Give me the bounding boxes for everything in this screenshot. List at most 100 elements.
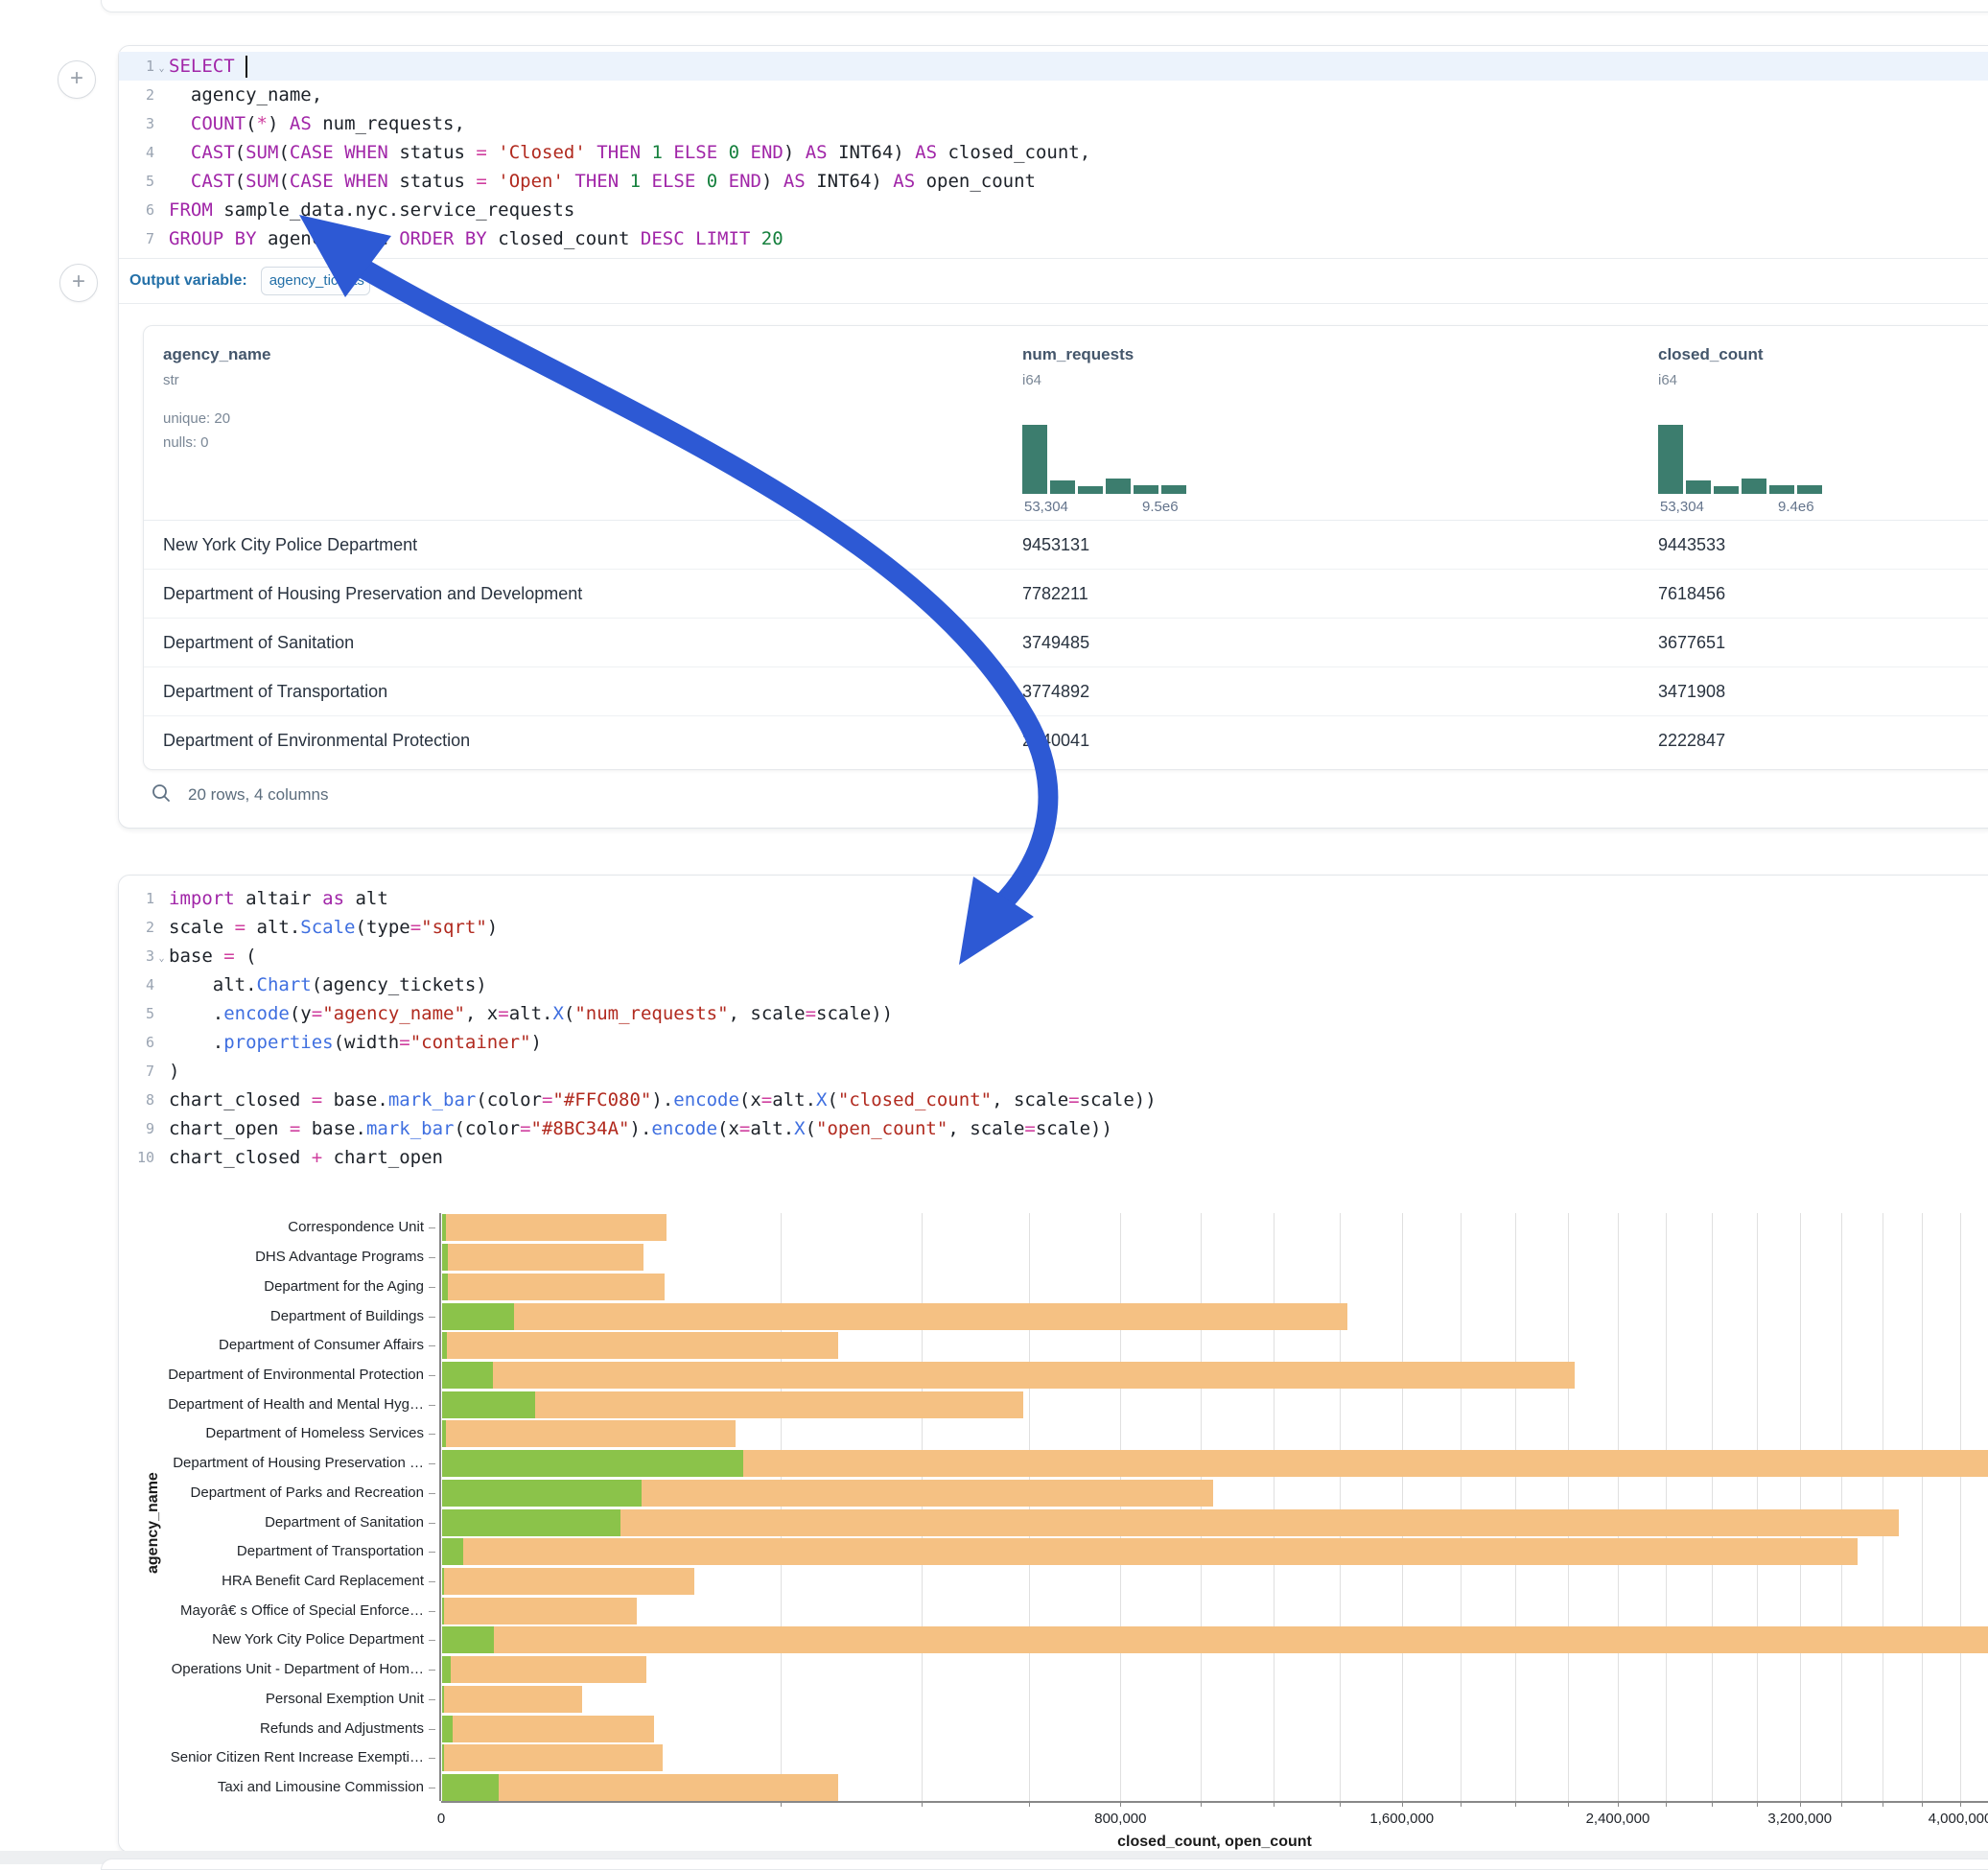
sql-cell: 1⌄SELECT 2 agency_name,3 COUNT(*) AS num…	[118, 45, 1988, 829]
code-line[interactable]: 3 COUNT(*) AS num_requests,	[119, 109, 1988, 138]
histogram-bar	[1161, 485, 1186, 494]
column-header[interactable]: num_requests	[1022, 345, 1134, 364]
line-number: 1	[119, 890, 154, 907]
histogram-bar	[1714, 486, 1739, 494]
column-stat: nulls: 0	[163, 434, 209, 451]
text-cursor	[246, 56, 247, 78]
table-cell: 3749485	[1022, 619, 1089, 666]
histogram-bar	[1686, 480, 1711, 494]
fold-caret-icon[interactable]: ⌄	[154, 949, 169, 964]
code-line[interactable]: 6 .properties(width="container")	[119, 1028, 1988, 1057]
code-line[interactable]: 8 chart_closed = base.mark_bar(color="#FF…	[119, 1086, 1988, 1114]
table-row[interactable]: New York City Police Department945313194…	[144, 521, 1988, 569]
code-text: .encode(y="agency_name", x=alt.X("num_re…	[169, 1003, 893, 1024]
table-row[interactable]: Department of Transportation377489234719…	[144, 666, 1988, 715]
code-text: alt.Chart(agency_tickets)	[169, 974, 487, 995]
hist-range-min: 53,304	[1660, 499, 1704, 515]
line-number: 2	[119, 86, 154, 104]
code-text: FROM sample_data.nyc.service_requests	[169, 199, 574, 221]
previous-cell-edge	[101, 0, 1988, 12]
table-row[interactable]: Department of Sanitation37494853677651	[144, 618, 1988, 666]
fold-caret-empty	[154, 93, 169, 97]
table-cell: Department of Environmental Protection	[163, 716, 470, 764]
fold-caret-empty	[154, 983, 169, 987]
fold-caret-empty	[154, 925, 169, 929]
sql-code-editor[interactable]: 1⌄SELECT 2 agency_name,3 COUNT(*) AS num…	[119, 52, 1988, 253]
code-text: COUNT(*) AS num_requests,	[169, 113, 465, 134]
table-row[interactable]: Department of Housing Preservation and D…	[144, 569, 1988, 618]
add-cell-button-top[interactable]: +	[58, 60, 96, 99]
code-text: chart_closed = base.mark_bar(color="#FFC…	[169, 1089, 1157, 1110]
code-line[interactable]: 4 CAST(SUM(CASE WHEN status = 'Closed' T…	[119, 138, 1988, 167]
code-text: chart_open = base.mark_bar(color="#8BC34…	[169, 1118, 1112, 1139]
fold-caret-empty	[154, 897, 169, 900]
code-line[interactable]: 5 .encode(y="agency_name", x=alt.X("num_…	[119, 999, 1988, 1028]
code-line[interactable]: 1import altair as alt	[119, 884, 1988, 913]
code-line[interactable]: 4 alt.Chart(agency_tickets)	[119, 970, 1988, 999]
code-line[interactable]: 6 FROM sample_data.nyc.service_requests	[119, 196, 1988, 224]
code-text: CAST(SUM(CASE WHEN status = 'Closed' THE…	[169, 142, 1090, 163]
add-cell-button-output[interactable]: +	[59, 264, 98, 302]
histogram-bar	[1658, 425, 1683, 494]
line-number: 3	[119, 115, 154, 132]
code-line[interactable]: 9chart_open = base.mark_bar(color="#8BC3…	[119, 1114, 1988, 1143]
code-text: base = (	[169, 946, 257, 967]
code-text: CAST(SUM(CASE WHEN status = 'Open' THEN …	[169, 171, 1036, 192]
histogram-bar	[1769, 485, 1794, 494]
search-icon[interactable]	[151, 783, 172, 808]
notebook-page: { "ui": { "add_button_label": "+", "outp…	[0, 0, 1988, 1864]
fold-caret-empty	[154, 1156, 169, 1159]
column-type: i64	[1658, 372, 1677, 388]
table-header: agency_namestrunique: 20nulls: 0num_requ…	[144, 326, 1988, 521]
line-number: 1	[119, 58, 154, 75]
table-cell: 9453131	[1022, 521, 1089, 569]
table-cell: 9443533	[1658, 521, 1725, 569]
histogram-bar	[1797, 485, 1822, 494]
output-variable-pill[interactable]: agency_tickets	[261, 267, 370, 295]
fold-caret-icon[interactable]: ⌄	[154, 59, 169, 74]
table-footer: 20 rows, 4 columns	[119, 771, 1988, 819]
fold-caret-empty	[154, 151, 169, 154]
code-line[interactable]: 7GROUP BY agency_name ORDER BY closed_co…	[119, 224, 1988, 253]
table-cell: 2222847	[1658, 716, 1725, 764]
line-number: 4	[119, 976, 154, 993]
code-text: )	[169, 1061, 179, 1082]
line-number: 5	[119, 1005, 154, 1022]
code-text: scale = alt.Scale(type="sqrt")	[169, 917, 498, 938]
line-number: 6	[119, 201, 154, 219]
histogram-bar	[1050, 480, 1075, 494]
code-line[interactable]: 1⌄SELECT	[119, 52, 1988, 81]
histogram-bar	[1742, 479, 1766, 494]
line-number: 7	[119, 1063, 154, 1080]
line-number: 8	[119, 1091, 154, 1109]
column-type: str	[163, 372, 179, 388]
hist-range-max: 9.5e6	[1142, 499, 1179, 515]
hist-range-max: 9.4e6	[1778, 499, 1814, 515]
fold-caret-empty	[154, 179, 169, 183]
results-table: agency_namestrunique: 20nulls: 0num_requ…	[143, 325, 1988, 770]
line-number: 5	[119, 173, 154, 190]
fold-caret-empty	[154, 1098, 169, 1102]
code-line[interactable]: 3⌄base = (	[119, 942, 1988, 970]
column-header[interactable]: closed_count	[1658, 345, 1764, 364]
code-text: GROUP BY agency_name ORDER BY closed_cou…	[169, 228, 784, 249]
fold-caret-empty	[154, 1012, 169, 1016]
code-text: chart_closed + chart_open	[169, 1147, 443, 1168]
hist-range-min: 53,304	[1024, 499, 1068, 515]
table-cell: Department of Housing Preservation and D…	[163, 570, 582, 618]
code-line[interactable]: 2scale = alt.Scale(type="sqrt")	[119, 913, 1988, 942]
table-cell: 2240041	[1022, 716, 1089, 764]
fold-caret-empty	[154, 1069, 169, 1073]
histogram-bar	[1022, 425, 1047, 494]
code-line[interactable]: 10 chart_closed + chart_open	[119, 1143, 1988, 1172]
code-line[interactable]: 2 agency_name,	[119, 81, 1988, 109]
code-line[interactable]: 7)	[119, 1057, 1988, 1086]
table-cell: Department of Transportation	[163, 667, 387, 715]
column-header[interactable]: agency_name	[163, 345, 270, 364]
table-row[interactable]: Department of Environmental Protection 22…	[144, 715, 1988, 764]
python-code-editor[interactable]: 1import altair as alt2scale = alt.Scale(…	[119, 884, 1988, 1172]
output-variable-row: Output variable: agency_tickets	[119, 259, 1988, 303]
line-number: 10	[119, 1149, 154, 1166]
column-type: i64	[1022, 372, 1041, 388]
code-line[interactable]: 5 CAST(SUM(CASE WHEN status = 'Open' THE…	[119, 167, 1988, 196]
